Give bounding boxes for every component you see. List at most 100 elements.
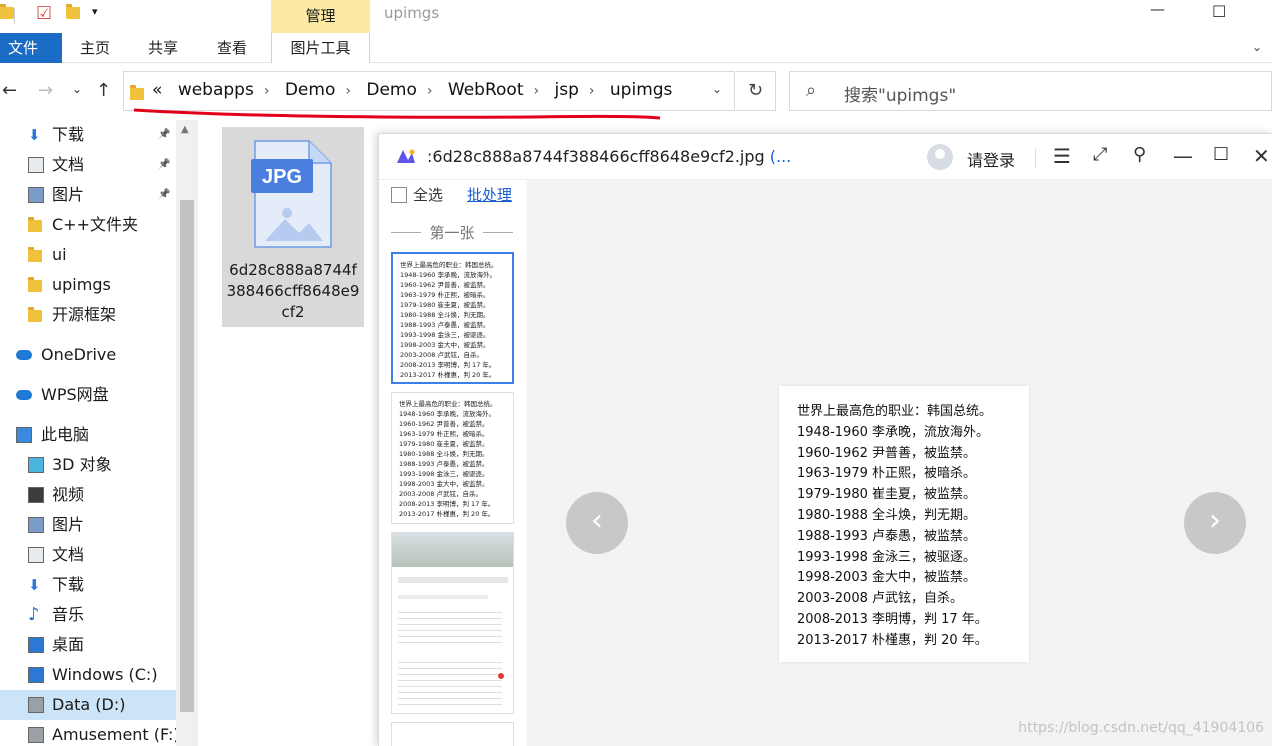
sidebar-item-label: 文档 (52, 155, 85, 174)
image-text-line: 1960-1962 尹普善，被监禁。 (797, 445, 976, 461)
minimize-icon[interactable]: — (1173, 144, 1193, 168)
select-all-checkbox[interactable] (391, 187, 407, 203)
avatar[interactable] (927, 144, 953, 170)
chevron-right-icon[interactable]: › (589, 83, 595, 99)
breadcrumb-upimgs[interactable]: upimgs (610, 80, 673, 100)
forward-arrow-icon[interactable]: → (38, 80, 53, 101)
breadcrumb-jsp[interactable]: jsp (555, 80, 579, 100)
sidebar-item[interactable]: 文档 (0, 540, 176, 570)
image-text-line: 2008-2013 李明博，判 17 年。 (797, 612, 988, 627)
sidebar-item[interactable]: Windows (C:) (0, 660, 176, 690)
thumbnail-1[interactable]: 世界上最高危的职业：韩国总统。 1948-1960 李承晚，流放海外。 1960-1… (391, 252, 514, 384)
maximize-icon[interactable]: ☐ (1213, 144, 1229, 165)
fullscreen-icon[interactable]: ⤢ (1093, 144, 1107, 165)
customize-toolbar-icon[interactable]: ▾ (92, 5, 98, 18)
sidebar-scrollbar[interactable]: ▲ (176, 120, 198, 746)
thumbnail-text-line: 2003-2008 卢武铉，自杀。 (400, 351, 483, 359)
search-icon: ⌕ (806, 80, 817, 101)
sidebar-item[interactable]: 3D 对象 (0, 450, 176, 480)
sidebar-item-label: 音乐 (52, 605, 85, 624)
thumbnail-4[interactable] (391, 722, 514, 746)
menu-icon[interactable]: ☰ (1053, 144, 1071, 168)
tab-picture-tools[interactable]: 图片工具 (271, 33, 370, 63)
chevron-right-icon[interactable]: › (264, 83, 270, 99)
sidebar-item-label: 3D 对象 (52, 455, 112, 474)
tab-share[interactable]: 共享 (134, 33, 192, 63)
tab-home[interactable]: 主页 (66, 33, 124, 63)
chevron-right-icon[interactable]: › (427, 83, 433, 99)
navigation-pane: ⬇ 下载 📌 文档 📌 图片 📌 C++文件夹 ui upimgs 开源框架 OneDrive WPS网… (0, 120, 198, 746)
close-icon[interactable]: ✕ (1253, 144, 1270, 168)
thumbnail-text-line: 1963-1979 朴正熙，被暗杀。 (400, 291, 490, 299)
sidebar-item[interactable]: 图片 (0, 510, 176, 540)
image-text-line: 1993-1998 金泳三，被驱逐。 (797, 549, 976, 565)
drive-icon (28, 727, 44, 743)
breadcrumb-webapps[interactable]: webapps (178, 80, 254, 100)
tab-view[interactable]: 查看 (203, 33, 261, 63)
thumbnail-panel: 全选 批处理 第一张 世界上最高危的职业：韩国总统。 1948-1960 李承晚，… (379, 180, 527, 746)
image-watermark (879, 644, 1019, 654)
expand-ribbon-icon[interactable]: ⌄ (1252, 40, 1262, 54)
properties-check-icon[interactable]: ☑ (36, 3, 52, 24)
chevron-right-icon[interactable]: › (534, 83, 540, 99)
thumbnail-2[interactable]: 世界上最高危的职业：韩国总统。 1948-1960 李承晚，流放海外。 1960-1… (391, 392, 514, 524)
sidebar-item[interactable]: OneDrive (0, 340, 176, 370)
tab-file[interactable]: 文件 (0, 33, 62, 63)
search-box[interactable]: ⌕ 搜索"upimgs" (789, 71, 1272, 111)
sidebar-item[interactable]: 图片 📌 (0, 180, 176, 210)
recent-locations-icon[interactable]: ⌄ (72, 82, 82, 96)
sidebar-item[interactable]: C++文件夹 (0, 210, 176, 240)
breadcrumb-demo-1[interactable]: Demo (285, 80, 336, 100)
up-arrow-icon[interactable]: ↑ (96, 80, 111, 101)
sidebar-item[interactable]: Data (D:) (0, 690, 176, 720)
refresh-icon[interactable]: ↻ (736, 71, 776, 111)
sidebar-item[interactable]: 此电脑 (0, 420, 176, 450)
sidebar-item-label: upimgs (52, 275, 111, 294)
previous-image-button[interactable]: ‹ (566, 492, 628, 554)
batch-process-link[interactable]: 批处理 (467, 184, 512, 205)
sidebar-item-label: 下载 (52, 575, 85, 594)
thumbnail-text-line: 1960-1962 尹普善，被监禁。 (400, 281, 490, 289)
select-all-label[interactable]: 全选 (413, 184, 443, 205)
minimize-icon[interactable]: — (1150, 0, 1165, 18)
sidebar-item[interactable]: WPS网盘 (0, 380, 176, 410)
ribbon-tabs: 文件 主页 共享 查看 图片工具 ⌄ (0, 33, 1272, 63)
sidebar-item[interactable]: ⬇ 下载 (0, 570, 176, 600)
image-text-line: 2003-2008 卢武铉，自杀。 (797, 591, 963, 607)
breadcrumb-webroot[interactable]: WebRoot (448, 80, 524, 100)
new-folder-icon[interactable] (66, 4, 80, 23)
sidebar-item[interactable]: ⬇ 下载 📌 (0, 120, 176, 150)
next-image-button[interactable]: › (1184, 492, 1246, 554)
sidebar-item[interactable]: ♪ 音乐 (0, 600, 176, 630)
thumbnail-3[interactable] (391, 532, 514, 714)
thumbnail-text-line: 1960-1962 尹普善，被监禁。 (399, 420, 489, 428)
file-item[interactable]: JPG 6d28c888a8744f388466cff8648e9cf2 (222, 127, 364, 327)
sidebar-item[interactable]: 开源框架 (0, 300, 176, 330)
sidebar-item[interactable]: 视频 (0, 480, 176, 510)
scrollbar-thumb[interactable] (180, 200, 194, 712)
image-text-line: 世界上最高危的职业：韩国总统。 (797, 404, 993, 419)
sidebar-item-label: OneDrive (41, 345, 117, 364)
back-arrow-icon[interactable]: ← (2, 80, 17, 101)
thumbnail-text-line: 2008-2013 李明博，判 17 年。 (400, 361, 496, 369)
sidebar-item[interactable]: ui (0, 240, 176, 270)
scroll-up-icon[interactable]: ▲ (181, 124, 189, 135)
picture-icon (28, 517, 44, 533)
sidebar-item[interactable]: 桌面 (0, 630, 176, 660)
breadcrumb-demo-2[interactable]: Demo (366, 80, 417, 100)
folder-icon[interactable] (0, 4, 14, 23)
thumbnail-text-line: 2008-2013 李明博，判 17 年。 (399, 500, 495, 508)
maximize-icon[interactable]: ☐ (1212, 2, 1226, 21)
desktop-icon (28, 637, 44, 653)
sidebar-item[interactable]: 文档 📌 (0, 150, 176, 180)
sidebar-item[interactable]: Amusement (F:) (0, 720, 180, 746)
thumbnail-text-line: 2013-2017 朴槿惠，判 20 年。 (400, 371, 496, 379)
chevron-right-icon[interactable]: › (345, 83, 351, 99)
image-canvas: ‹ › 世界上最高危的职业：韩国总统。 1948-1960 李承晚，流放海外。 19… (527, 180, 1272, 746)
address-dropdown-icon[interactable]: ⌄ (712, 82, 722, 96)
breadcrumb-overflow[interactable]: « (152, 80, 162, 100)
pin-icon[interactable]: ⚲ (1133, 144, 1146, 165)
sidebar-item[interactable]: upimgs (0, 270, 176, 300)
login-link[interactable]: 请登录 (967, 147, 1015, 171)
picture-icon (28, 187, 44, 203)
